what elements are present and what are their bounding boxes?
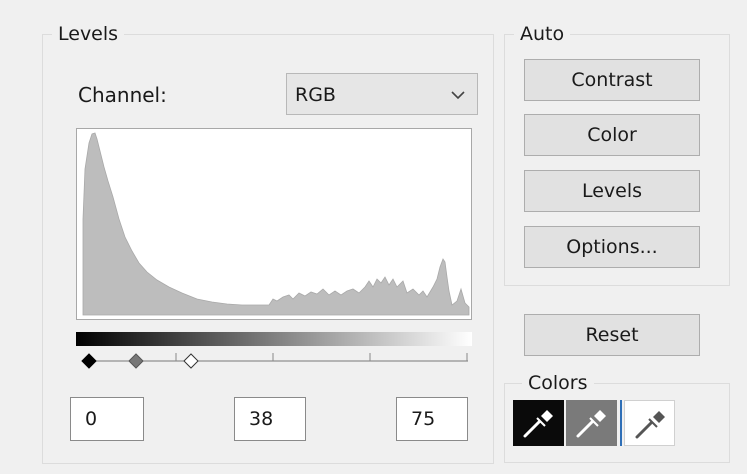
input-white-field[interactable]: [396, 397, 468, 441]
input-black-field[interactable]: [70, 397, 144, 441]
channel-label: Channel:: [78, 83, 167, 107]
black-point-eyedropper-icon: [523, 410, 553, 438]
black-point-handle[interactable]: [81, 353, 97, 369]
reset-button[interactable]: Reset: [524, 314, 700, 356]
input-gamma-field[interactable]: [234, 397, 306, 441]
gamma-handle[interactable]: [128, 353, 144, 369]
auto-color-button[interactable]: Color: [524, 114, 700, 156]
levels-group-title: Levels: [52, 23, 125, 45]
options-button[interactable]: Options...: [524, 226, 700, 268]
auto-group-title: Auto: [514, 23, 571, 45]
gray-point-eyedropper-icon: [576, 410, 606, 438]
chevron-down-icon: [451, 91, 465, 100]
white-point-eyedropper[interactable]: [624, 400, 675, 446]
histogram: [76, 128, 472, 320]
auto-contrast-button[interactable]: Contrast: [524, 59, 700, 101]
histogram-graph: [82, 132, 470, 316]
white-point-handle[interactable]: [183, 353, 199, 369]
channel-select[interactable]: RGB: [286, 73, 478, 115]
output-gradient-bar: [76, 332, 472, 346]
channel-select-value: RGB: [295, 84, 336, 106]
gray-point-eyedropper[interactable]: [566, 400, 617, 446]
black-point-eyedropper[interactable]: [513, 400, 564, 446]
white-point-eyedropper-icon: [635, 411, 665, 439]
input-levels-slider[interactable]: [80, 350, 470, 372]
picker-divider: [620, 400, 622, 446]
levels-panel: { "levels": { "group_title": "Levels", "…: [0, 0, 747, 474]
auto-levels-button[interactable]: Levels: [524, 170, 700, 212]
histogram-area: [82, 132, 470, 316]
colors-group-title: Colors: [522, 372, 594, 394]
